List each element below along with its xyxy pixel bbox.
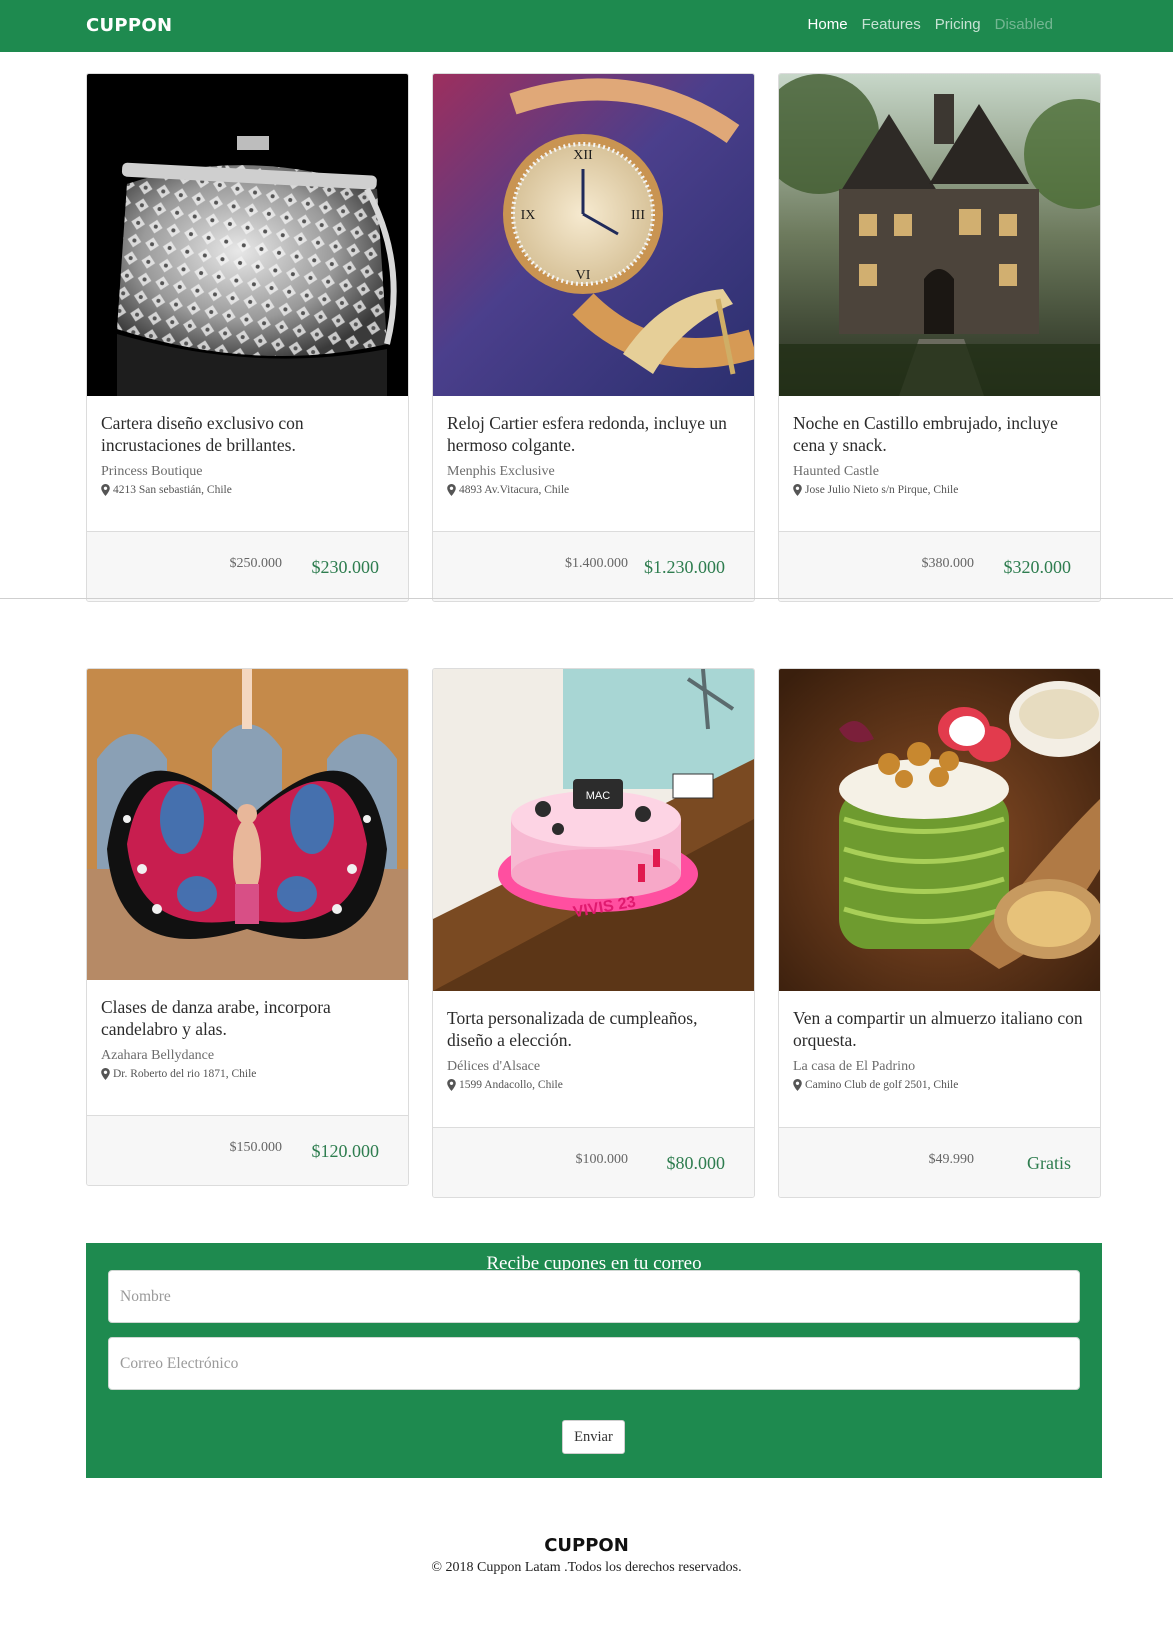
- coupon-card[interactable]: Clases de danza arabe, incorpora candela…: [86, 668, 409, 1186]
- price-old: $49.990: [928, 1152, 975, 1167]
- price-new: $1.230.000: [644, 557, 725, 577]
- birthday-cake-image: MAC VIVIS 23: [433, 669, 754, 991]
- card-address-text: Dr. Roberto del rio 1871, Chile: [113, 1068, 257, 1080]
- map-pin-icon: [447, 1079, 456, 1091]
- card-address: Jose Julio Nieto s/n Pirque, Chile: [793, 484, 1086, 496]
- map-pin-icon: [793, 484, 802, 496]
- card-address-text: 4213 San sebastián, Chile: [113, 484, 232, 496]
- price-old: $380.000: [921, 556, 975, 571]
- price-new: $320.000: [1003, 557, 1072, 577]
- section-divider: [0, 598, 1173, 599]
- card-vendor: Délices d'Alsace: [447, 1059, 541, 1074]
- card-address-text: Jose Julio Nieto s/n Pirque, Chile: [805, 484, 959, 496]
- nav-link-pricing[interactable]: Pricing: [935, 16, 981, 33]
- card-title[interactable]: Torta personalizada de cumpleaños, diseñ…: [447, 1007, 740, 1051]
- card-footer: $49.990 Gratis: [779, 1127, 1100, 1197]
- card-vendor: Menphis Exclusive: [447, 464, 555, 479]
- haunted-castle-image: [779, 74, 1100, 396]
- coupon-card[interactable]: XII III VI IX Reloj Cartier esfera redonda,…: [432, 73, 755, 602]
- card-vendor: Princess Boutique: [101, 464, 203, 479]
- coupon-card[interactable]: Ven a compartir un almuerzo italiano con…: [778, 668, 1101, 1198]
- nav-link-home[interactable]: Home: [808, 16, 848, 33]
- map-pin-icon: [101, 484, 110, 496]
- name-input[interactable]: [108, 1270, 1080, 1323]
- send-button[interactable]: Enviar: [562, 1420, 625, 1454]
- card-vendor: Haunted Castle: [793, 464, 879, 479]
- footer-brand: CUPPON: [544, 1535, 629, 1556]
- price-old: $100.000: [575, 1152, 629, 1167]
- card-address: 4893 Av.Vitacura, Chile: [447, 484, 740, 496]
- price-new: Gratis: [1027, 1153, 1071, 1173]
- price-new: $80.000: [666, 1153, 726, 1173]
- map-pin-icon: [447, 484, 456, 496]
- card-title[interactable]: Noche en Castillo embrujado, incluye cen…: [793, 412, 1086, 456]
- coupon-card[interactable]: Noche en Castillo embrujado, incluye cen…: [778, 73, 1101, 602]
- map-pin-icon: [101, 1068, 110, 1080]
- price-old: $250.000: [229, 556, 283, 571]
- newsletter-form: Recibe cupones en tu correo Enviar: [86, 1243, 1102, 1478]
- card-footer: $380.000 $320.000: [779, 531, 1100, 601]
- card-address: Dr. Roberto del rio 1871, Chile: [101, 1068, 394, 1080]
- card-title[interactable]: Clases de danza arabe, incorpora candela…: [101, 996, 394, 1040]
- brand-logo[interactable]: CUPPON: [86, 15, 172, 36]
- email-input[interactable]: [108, 1337, 1080, 1390]
- card-address-text: Camino Club de golf 2501, Chile: [805, 1079, 959, 1091]
- card-address: 1599 Andacollo, Chile: [447, 1079, 740, 1091]
- card-footer: $250.000 $230.000: [87, 531, 408, 601]
- card-vendor: La casa de El Padrino: [793, 1059, 916, 1074]
- price-new: $120.000: [311, 1141, 380, 1161]
- svg-text:IX: IX: [521, 208, 536, 223]
- price-old: $1.400.000: [565, 556, 628, 571]
- silver-clutch-bag-image: [87, 74, 408, 396]
- card-footer: $150.000 $120.000: [87, 1115, 408, 1185]
- card-address-text: 1599 Andacollo, Chile: [459, 1079, 563, 1091]
- svg-text:MAC: MAC: [586, 790, 611, 802]
- nav-link-features[interactable]: Features: [862, 16, 921, 33]
- card-vendor: Azahara Bellydance: [101, 1048, 215, 1063]
- card-title[interactable]: Cartera diseño exclusivo con incrustacio…: [101, 412, 394, 456]
- belly-dancers-image: [87, 669, 408, 980]
- map-pin-icon: [793, 1079, 802, 1091]
- svg-text:VI: VI: [576, 268, 591, 283]
- nav-links: Home Features Pricing Disabled: [808, 16, 1053, 33]
- price-old: $150.000: [229, 1140, 283, 1155]
- card-footer: $1.400.000 $1.230.000: [433, 531, 754, 601]
- gold-watch-image: XII III VI IX: [433, 74, 754, 396]
- card-address: 4213 San sebastián, Chile: [101, 484, 394, 496]
- svg-text:XII: XII: [573, 148, 593, 163]
- footer-copyright: © 2018 Cuppon Latam .Todos los derechos …: [431, 1560, 742, 1575]
- card-title[interactable]: Ven a compartir un almuerzo italiano con…: [793, 1007, 1086, 1051]
- navbar: CUPPON Home Features Pricing Disabled: [0, 0, 1173, 52]
- coupon-card[interactable]: MAC VIVIS 23 Torta personalizada de cump…: [432, 668, 755, 1198]
- svg-text:III: III: [631, 208, 645, 223]
- card-address: Camino Club de golf 2501, Chile: [793, 1079, 1086, 1091]
- italian-dish-image: [779, 669, 1100, 991]
- card-address-text: 4893 Av.Vitacura, Chile: [459, 484, 570, 496]
- nav-link-disabled: Disabled: [994, 16, 1053, 33]
- card-title[interactable]: Reloj Cartier esfera redonda, incluye un…: [447, 412, 740, 456]
- price-new: $230.000: [311, 557, 380, 577]
- coupon-card[interactable]: Cartera diseño exclusivo con incrustacio…: [86, 73, 409, 602]
- card-footer: $100.000 $80.000: [433, 1127, 754, 1197]
